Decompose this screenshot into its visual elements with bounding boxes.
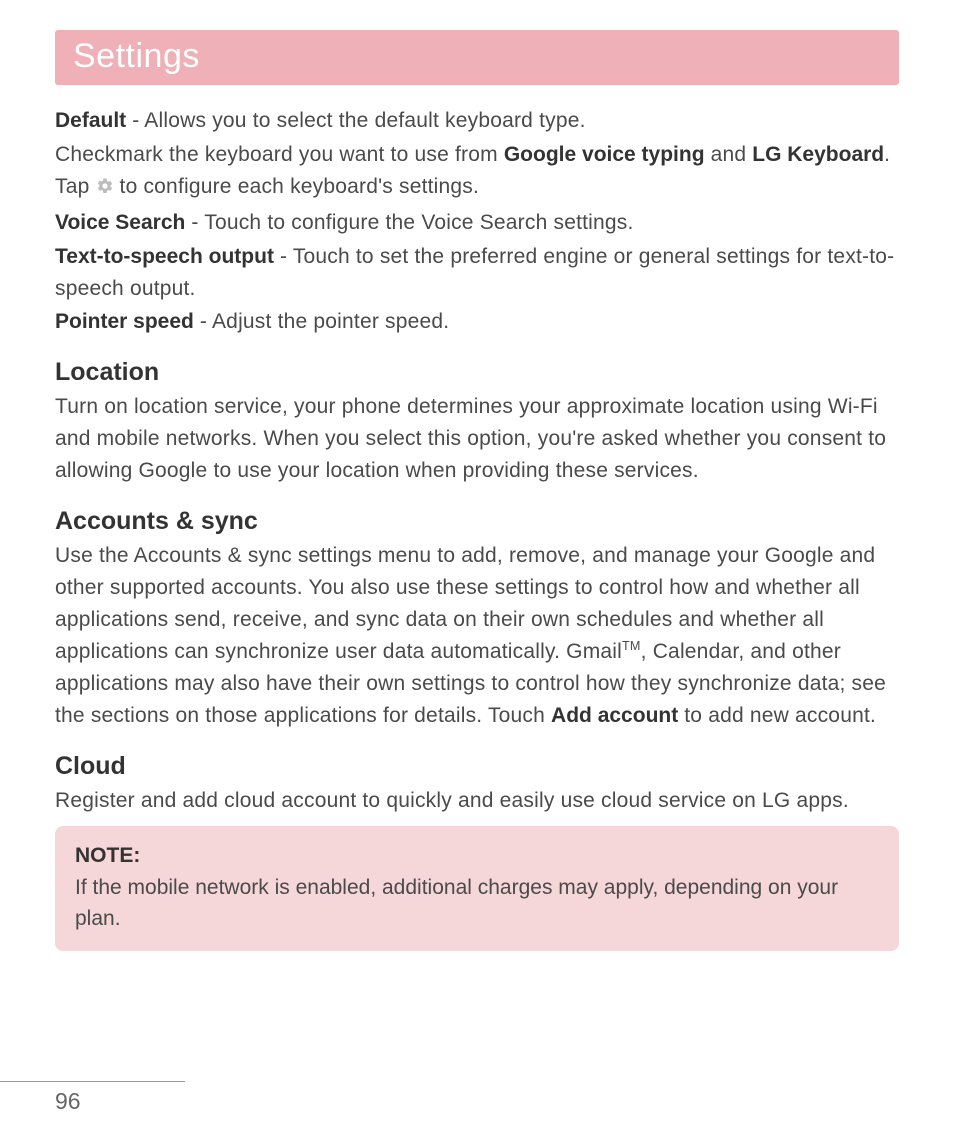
location-body: Turn on location service, your phone det… [55, 391, 899, 487]
add-account: Add account [551, 704, 678, 727]
lg-keyboard: LG Keyboard [752, 143, 884, 166]
cloud-heading: Cloud [55, 752, 899, 781]
pointer-desc: - Adjust the pointer speed. [194, 310, 449, 333]
note-box: NOTE: If the mobile network is enabled, … [55, 826, 899, 951]
default-desc: - Allows you to select the default keybo… [126, 109, 585, 132]
page-number: 96 [55, 1088, 81, 1114]
configure-tail: to configure each keyboard's settings. [114, 175, 480, 198]
gear-icon [96, 173, 114, 205]
voice-search-desc: - Touch to configure the Voice Search se… [185, 211, 633, 234]
page-title: Settings [73, 37, 200, 75]
accounts-heading: Accounts & sync [55, 507, 899, 536]
page-title-bar: Settings [55, 30, 899, 85]
tm-mark: TM [622, 639, 641, 653]
tts-label: Text-to-speech output [55, 245, 274, 268]
manual-page: Settings Default - Allows you to select … [0, 0, 954, 1145]
note-body: If the mobile network is enabled, additi… [75, 876, 838, 931]
location-heading: Location [55, 358, 899, 387]
checkmark-pre: Checkmark the keyboard you want to use f… [55, 143, 504, 166]
google-voice-typing: Google voice typing [504, 143, 705, 166]
voice-search-label: Voice Search [55, 211, 185, 234]
pointer-line: Pointer speed - Adjust the pointer speed… [55, 306, 899, 338]
accounts-body: Use the Accounts & sync settings menu to… [55, 540, 899, 731]
accounts-body-tail: to add new account. [678, 704, 876, 727]
note-label: NOTE: [75, 840, 879, 872]
pointer-label: Pointer speed [55, 310, 194, 333]
voice-search-line: Voice Search - Touch to configure the Vo… [55, 207, 899, 239]
checkmark-line: Checkmark the keyboard you want to use f… [55, 139, 899, 205]
cloud-body: Register and add cloud account to quickl… [55, 785, 899, 817]
default-label: Default [55, 109, 126, 132]
and-text: and [705, 143, 753, 166]
tts-line: Text-to-speech output - Touch to set the… [55, 241, 899, 305]
page-footer: 96 [0, 1081, 185, 1115]
intro-block: Default - Allows you to select the defau… [55, 105, 899, 338]
default-line: Default - Allows you to select the defau… [55, 105, 899, 137]
